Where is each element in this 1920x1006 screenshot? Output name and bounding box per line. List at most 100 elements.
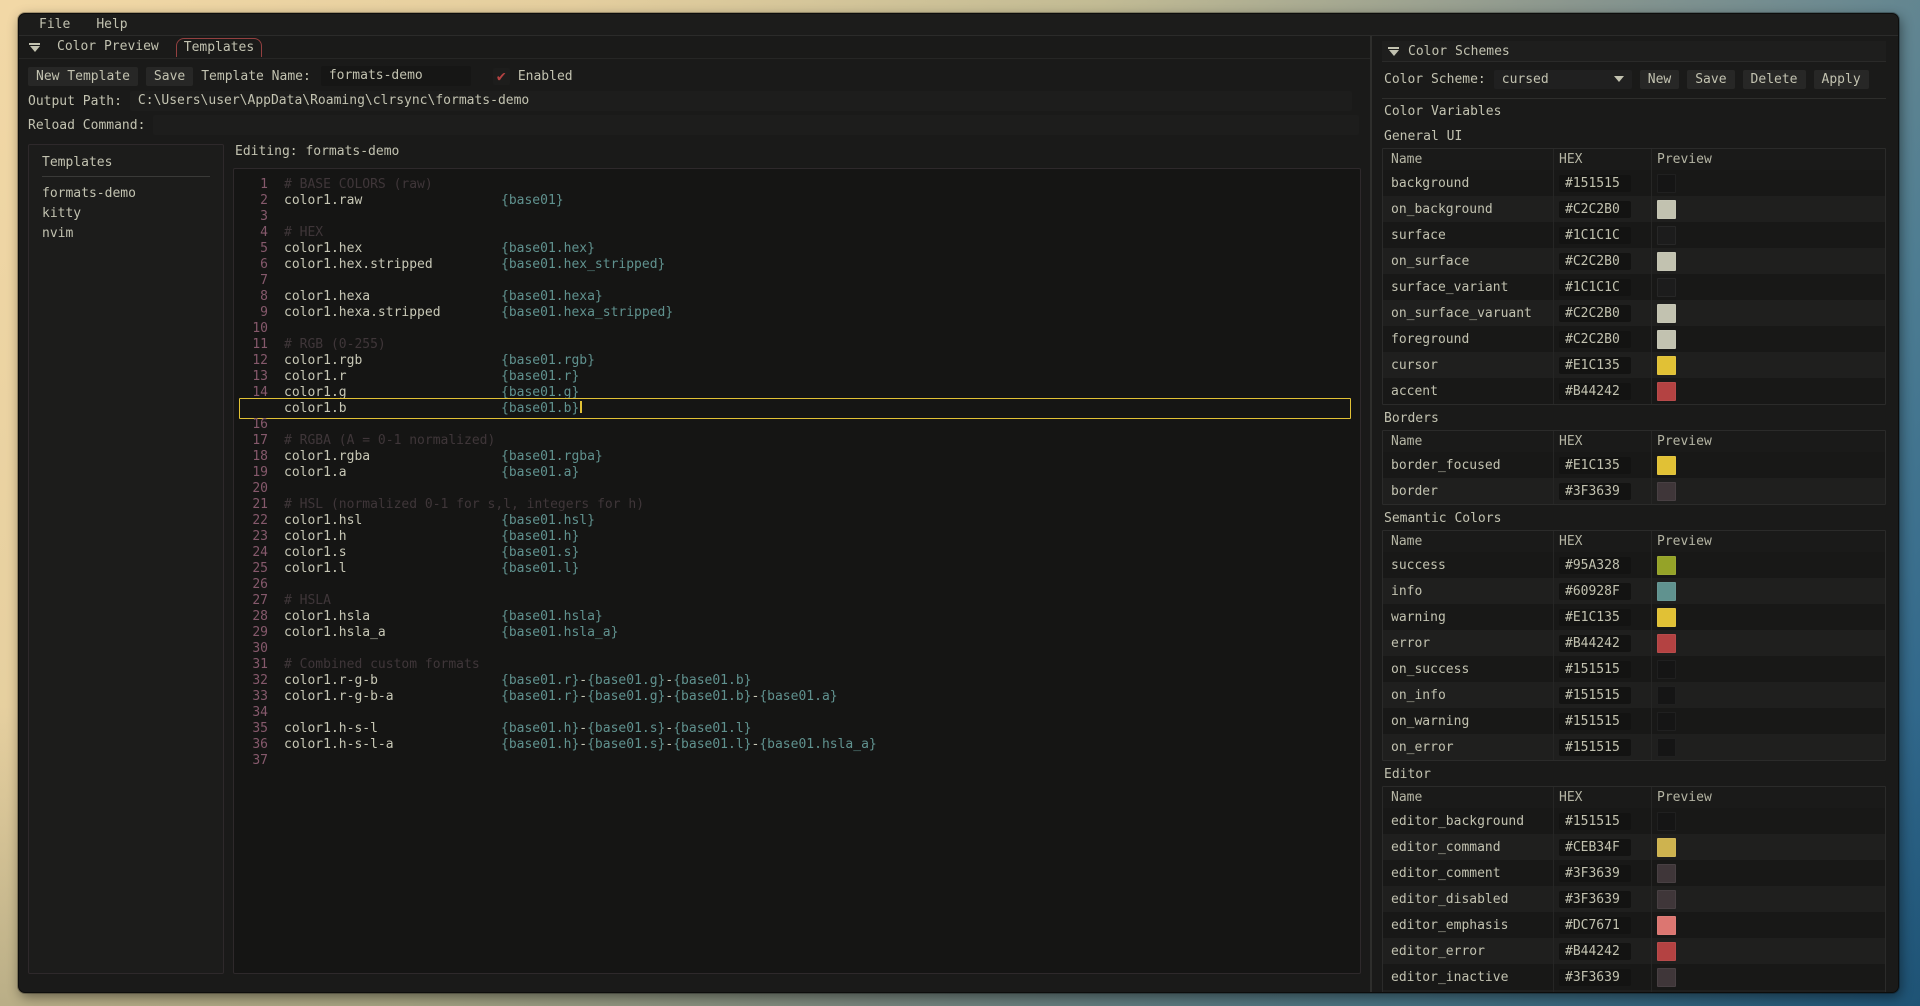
editor-line[interactable]: 35color1.h-s-l{base01.h}-{base01.s}-{bas…: [234, 721, 1360, 737]
editor-line[interactable]: 8color1.hexa{base01.hexa}: [234, 289, 1360, 305]
color-swatch[interactable]: [1657, 582, 1676, 601]
color-hex-input[interactable]: #1C1C1C: [1559, 279, 1631, 296]
color-hex-input[interactable]: #C2C2B0: [1559, 305, 1631, 322]
color-swatch[interactable]: [1657, 382, 1676, 401]
color-hex-input[interactable]: #DC7671: [1559, 917, 1631, 934]
color-hex-input[interactable]: #C2C2B0: [1559, 331, 1631, 348]
color-hex-input[interactable]: #B44242: [1559, 383, 1631, 400]
editor-line[interactable]: 25color1.l{base01.l}: [234, 561, 1360, 577]
editor-line[interactable]: 32color1.r-g-b{base01.r}-{base01.g}-{bas…: [234, 673, 1360, 689]
color-swatch[interactable]: [1657, 812, 1676, 831]
color-hex-input[interactable]: #151515: [1559, 687, 1631, 704]
enabled-checkbox[interactable]: ✔: [493, 68, 510, 85]
template-list-item[interactable]: kitty: [42, 204, 210, 224]
scheme-new-button[interactable]: New: [1640, 70, 1679, 89]
color-swatch[interactable]: [1657, 356, 1676, 375]
editor-line[interactable]: 17# RGBA (A = 0-1 normalized): [234, 433, 1360, 449]
reload-command-input[interactable]: [153, 115, 1359, 135]
color-hex-input[interactable]: #3F3639: [1559, 969, 1631, 986]
editor-line[interactable]: 37: [234, 753, 1360, 769]
editor-line[interactable]: 12color1.rgb{base01.rgb}: [234, 353, 1360, 369]
color-swatch[interactable]: [1657, 174, 1676, 193]
template-name-input[interactable]: formats-demo: [321, 66, 471, 86]
color-swatch[interactable]: [1657, 968, 1676, 987]
collapse-icon[interactable]: [29, 43, 40, 52]
editor-line[interactable]: 3: [234, 209, 1360, 225]
scheme-delete-button[interactable]: Delete: [1743, 70, 1806, 89]
template-list-item[interactable]: nvim: [42, 224, 210, 244]
color-swatch[interactable]: [1657, 864, 1676, 883]
editor-line[interactable]: 6color1.hex.stripped{base01.hex_stripped…: [234, 257, 1360, 273]
tab-color-preview[interactable]: Color Preview: [50, 38, 166, 56]
color-swatch[interactable]: [1657, 738, 1676, 757]
template-editor[interactable]: 1# BASE COLORS (raw)2color1.raw{base01}3…: [233, 168, 1361, 974]
color-hex-input[interactable]: #95A328: [1559, 557, 1631, 574]
editor-line[interactable]: 13color1.r{base01.r}: [234, 369, 1360, 385]
color-hex-input[interactable]: #C2C2B0: [1559, 201, 1631, 218]
color-hex-input[interactable]: #3F3639: [1559, 891, 1631, 908]
editor-line[interactable]: 22color1.hsl{base01.hsl}: [234, 513, 1360, 529]
color-hex-input[interactable]: #151515: [1559, 739, 1631, 756]
menu-file[interactable]: File: [37, 17, 72, 32]
color-swatch[interactable]: [1657, 226, 1676, 245]
color-hex-input[interactable]: #3F3639: [1559, 483, 1631, 500]
color-swatch[interactable]: [1657, 942, 1676, 961]
scheme-save-button[interactable]: Save: [1687, 70, 1734, 89]
tab-templates[interactable]: Templates: [176, 38, 262, 57]
output-path-input[interactable]: C:\Users\user\AppData\Roaming\clrsync\fo…: [130, 91, 1352, 111]
color-hex-input[interactable]: #151515: [1559, 175, 1631, 192]
color-hex-input[interactable]: #151515: [1559, 813, 1631, 830]
editor-line[interactable]: 30: [234, 641, 1360, 657]
collapse-icon[interactable]: [1388, 47, 1399, 56]
editor-line[interactable]: 16: [234, 417, 1360, 433]
scheme-apply-button[interactable]: Apply: [1814, 70, 1869, 89]
editor-line[interactable]: 28color1.hsla{base01.hsla}: [234, 609, 1360, 625]
editor-active-line[interactable]: color1.b{base01.b}: [234, 401, 1360, 417]
editor-line[interactable]: 4# HEX: [234, 225, 1360, 241]
color-swatch[interactable]: [1657, 252, 1676, 271]
color-swatch[interactable]: [1657, 200, 1676, 219]
editor-line[interactable]: 36color1.h-s-l-a{base01.h}-{base01.s}-{b…: [234, 737, 1360, 753]
color-swatch[interactable]: [1657, 482, 1676, 501]
editor-line[interactable]: 2color1.raw{base01}: [234, 193, 1360, 209]
color-swatch[interactable]: [1657, 686, 1676, 705]
color-hex-input[interactable]: #B44242: [1559, 943, 1631, 960]
editor-line[interactable]: 21# HSL (normalized 0-1 for s,l, integer…: [234, 497, 1360, 513]
color-hex-input[interactable]: #E1C135: [1559, 357, 1631, 374]
editor-line[interactable]: 9color1.hexa.stripped{base01.hexa_stripp…: [234, 305, 1360, 321]
editor-line[interactable]: 19color1.a{base01.a}: [234, 465, 1360, 481]
color-hex-input[interactable]: #60928F: [1559, 583, 1631, 600]
editor-line[interactable]: 26: [234, 577, 1360, 593]
color-hex-input[interactable]: #B44242: [1559, 635, 1631, 652]
color-swatch[interactable]: [1657, 838, 1676, 857]
color-hex-input[interactable]: #E1C135: [1559, 609, 1631, 626]
color-swatch[interactable]: [1657, 456, 1676, 475]
new-template-button[interactable]: New Template: [28, 67, 138, 86]
color-swatch[interactable]: [1657, 278, 1676, 297]
editor-line[interactable]: 27# HSLA: [234, 593, 1360, 609]
editor-line[interactable]: 23color1.h{base01.h}: [234, 529, 1360, 545]
editor-line[interactable]: 18color1.rgba{base01.rgba}: [234, 449, 1360, 465]
editor-line[interactable]: 10: [234, 321, 1360, 337]
editor-line[interactable]: 34: [234, 705, 1360, 721]
color-swatch[interactable]: [1657, 330, 1676, 349]
template-list-item[interactable]: formats-demo: [42, 184, 210, 204]
color-swatch[interactable]: [1657, 556, 1676, 575]
color-swatch[interactable]: [1657, 608, 1676, 627]
color-hex-input[interactable]: #3F3639: [1559, 865, 1631, 882]
editor-line[interactable]: 5color1.hex{base01.hex}: [234, 241, 1360, 257]
menu-help[interactable]: Help: [94, 17, 129, 32]
editor-line[interactable]: 29color1.hsla_a{base01.hsla_a}: [234, 625, 1360, 641]
editor-line[interactable]: 24color1.s{base01.s}: [234, 545, 1360, 561]
color-scheme-select[interactable]: cursed: [1494, 70, 1632, 89]
color-hex-input[interactable]: #151515: [1559, 713, 1631, 730]
color-swatch[interactable]: [1657, 634, 1676, 653]
color-swatch[interactable]: [1657, 304, 1676, 323]
color-swatch[interactable]: [1657, 916, 1676, 935]
editor-line[interactable]: 11# RGB (0-255): [234, 337, 1360, 353]
color-hex-input[interactable]: #E1C135: [1559, 457, 1631, 474]
editor-line[interactable]: 31# Combined custom formats: [234, 657, 1360, 673]
editor-line[interactable]: 7: [234, 273, 1360, 289]
save-template-button[interactable]: Save: [146, 67, 193, 86]
color-hex-input[interactable]: #C2C2B0: [1559, 253, 1631, 270]
